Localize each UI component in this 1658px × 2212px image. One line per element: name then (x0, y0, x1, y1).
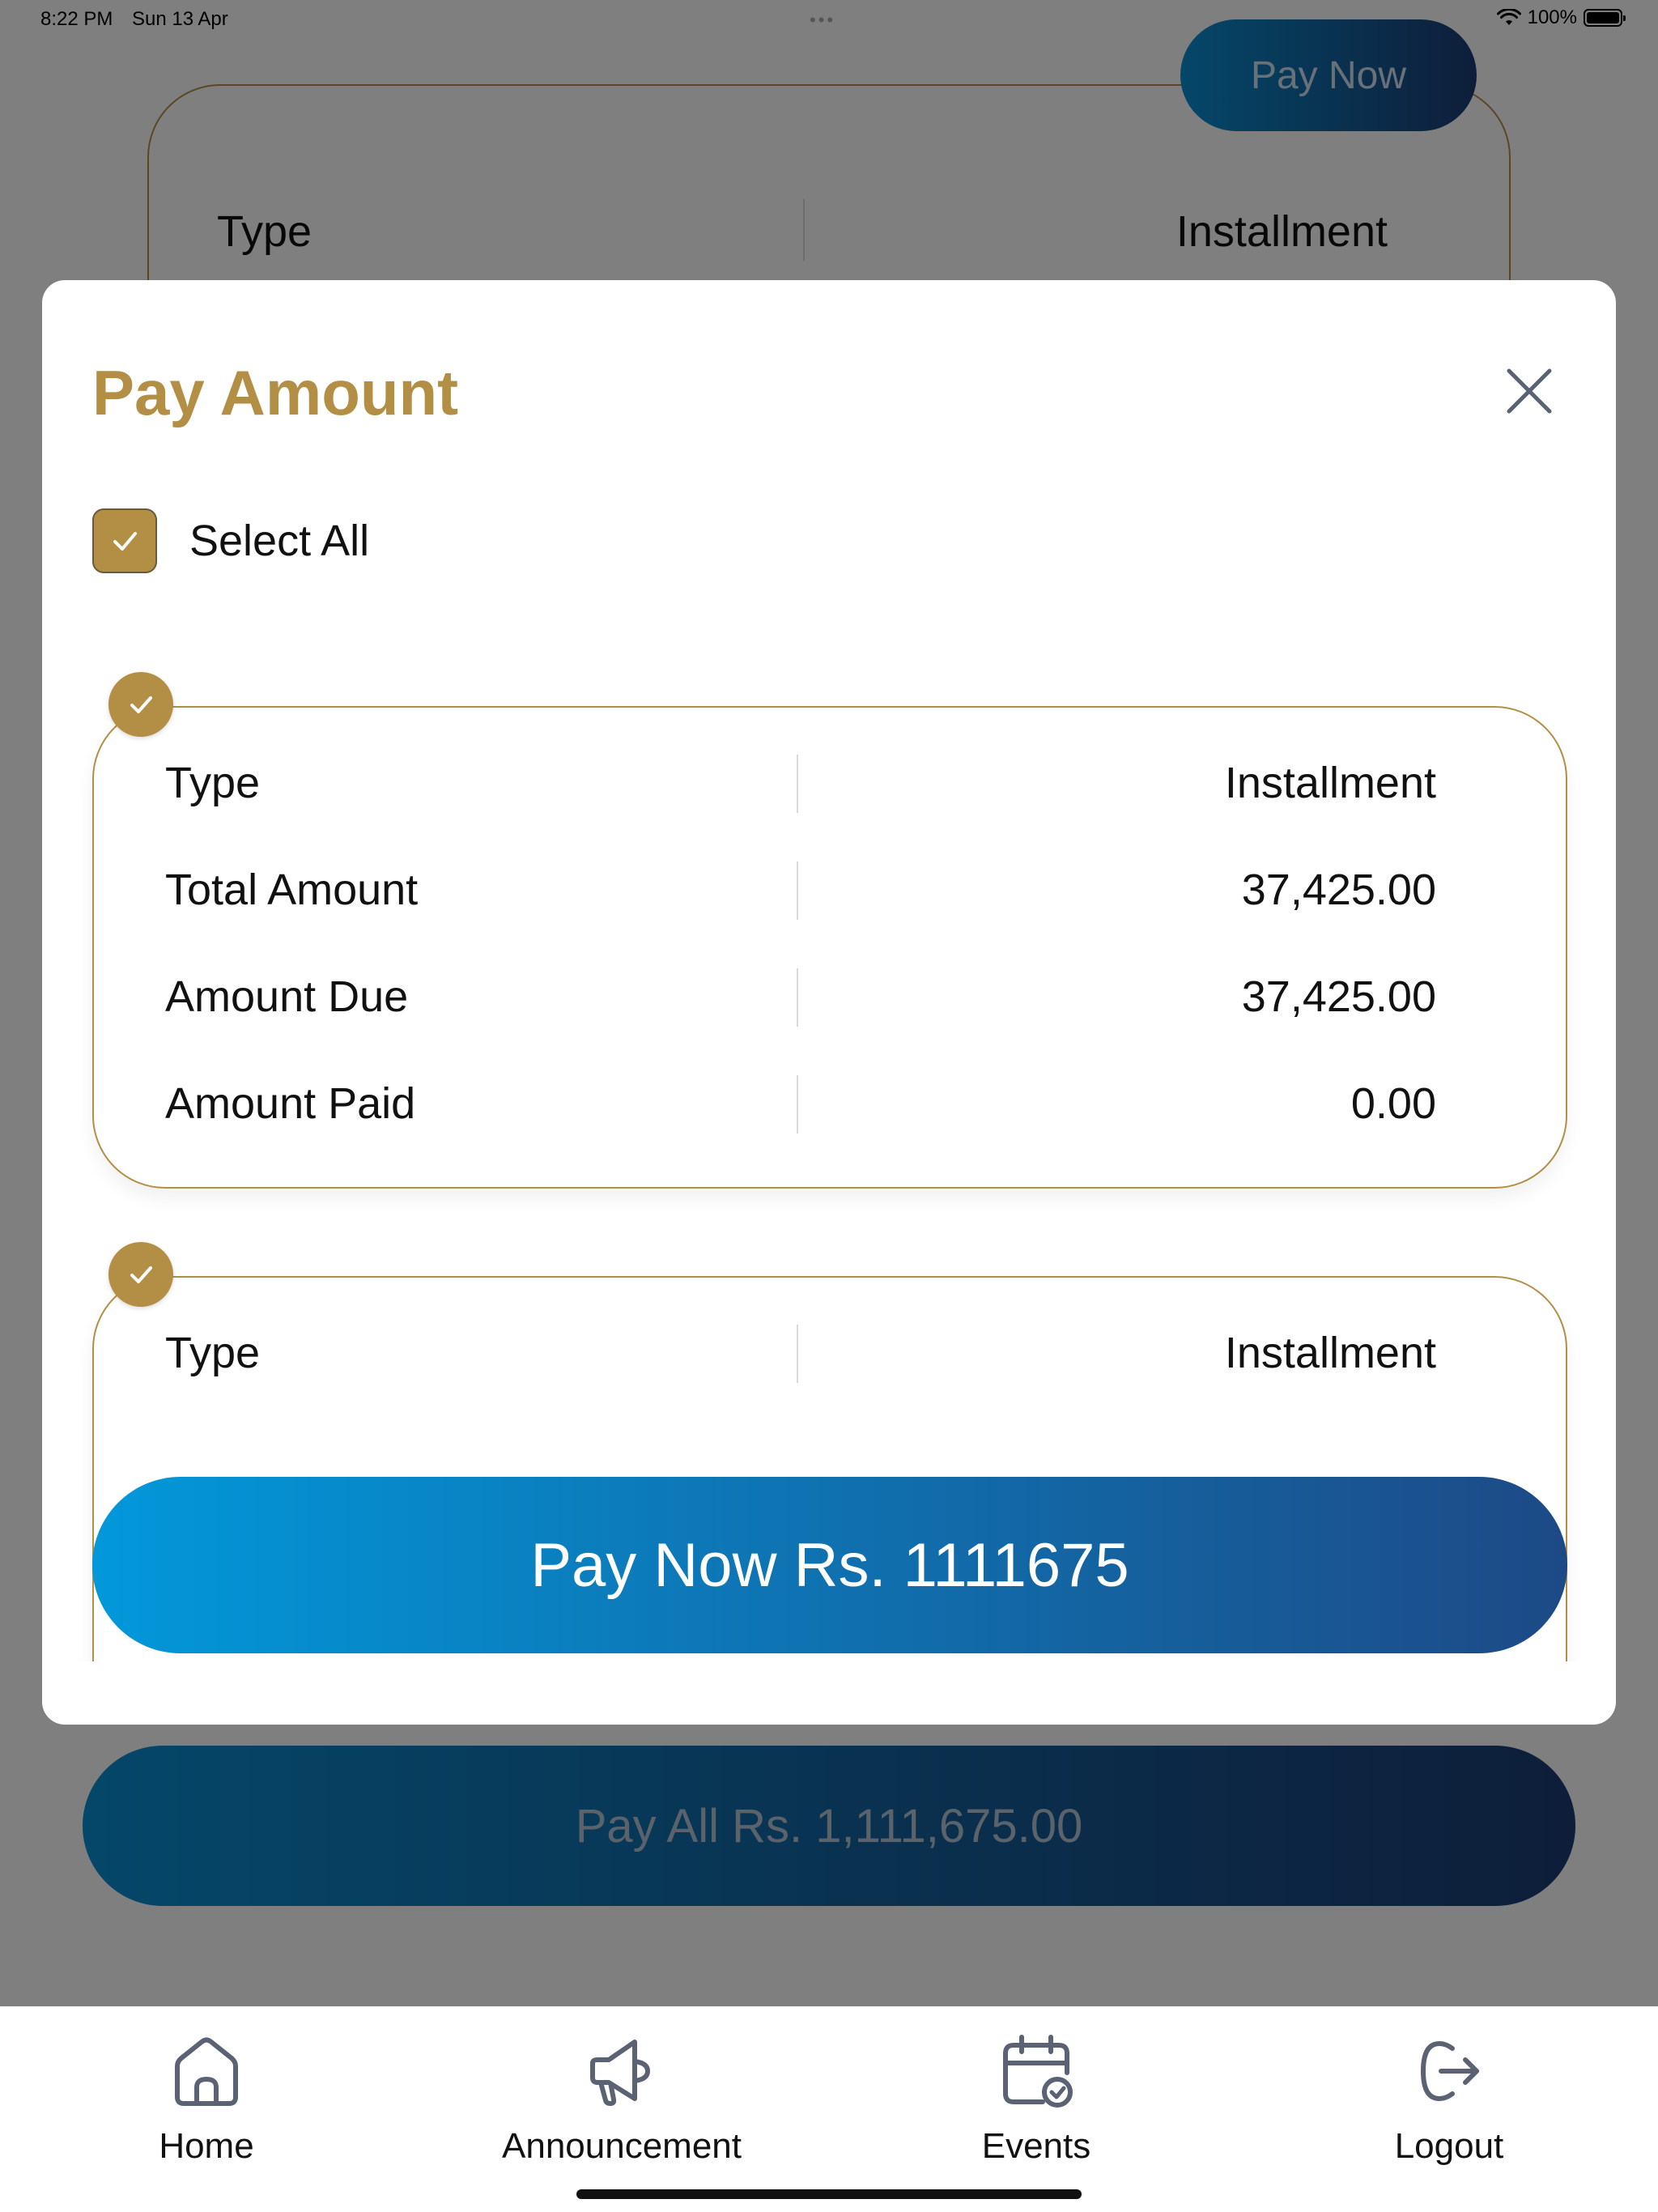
pay-now-button[interactable]: Pay Now Rs. 1111675 (92, 1477, 1567, 1653)
tab-logout[interactable]: Logout (1303, 2031, 1595, 2184)
tab-announcement[interactable]: Announcement (476, 2031, 767, 2184)
row-value: Installment (1224, 1329, 1436, 1377)
status-date: Sun 13 Apr (132, 8, 228, 30)
item-row-type: Type Installment (165, 747, 1436, 819)
checkmark-icon (130, 1266, 152, 1283)
select-all-label: Select All (189, 517, 370, 565)
row-value: 37,425.00 (1241, 866, 1436, 914)
row-label: Type (165, 759, 261, 807)
tab-label: Announcement (502, 2126, 742, 2166)
logout-icon (1420, 2040, 1479, 2102)
home-indicator[interactable] (576, 2189, 1082, 2199)
row-divider (797, 861, 798, 920)
status-indicators: 100% (1496, 6, 1626, 29)
row-divider (797, 968, 798, 1027)
installment-check[interactable] (108, 1242, 173, 1307)
battery-icon (1584, 9, 1626, 27)
checkmark-icon (113, 532, 137, 551)
checkmark-icon (130, 696, 152, 713)
modal-title: Pay Amount (92, 357, 459, 428)
pay-amount-modal: Pay Amount Select All Type Installment T… (42, 280, 1616, 1725)
item-row-amount-due: Amount Due 37,425.00 (165, 960, 1436, 1033)
status-bar: 8:22 PM Sun 13 Apr ••• 100% (0, 0, 1658, 39)
wifi-icon (1496, 9, 1521, 25)
installment-check[interactable] (108, 672, 173, 737)
installment-card[interactable]: Type Installment Total Amount 37,425.00 … (92, 706, 1567, 1189)
tab-label: Logout (1394, 2126, 1504, 2166)
megaphone-icon (590, 2040, 651, 2106)
row-divider (797, 1325, 798, 1383)
multitasking-dots[interactable]: ••• (810, 10, 835, 31)
home-icon (175, 2037, 238, 2106)
row-label: Amount Paid (165, 1079, 416, 1128)
select-all-checkbox-box[interactable] (92, 508, 157, 573)
calendar-check-icon (1003, 2035, 1073, 2108)
row-divider (797, 1075, 798, 1134)
row-value: 37,425.00 (1241, 972, 1436, 1021)
bottom-tab-bar: Home Announcement Events Logout (0, 2006, 1658, 2212)
row-divider (797, 755, 798, 813)
item-row-total-amount: Total Amount 37,425.00 (165, 853, 1436, 926)
tab-events[interactable]: Events (891, 2031, 1182, 2184)
row-label: Total Amount (165, 866, 419, 914)
tab-label: Home (159, 2126, 254, 2166)
row-label: Amount Due (165, 972, 409, 1021)
item-row-amount-paid: Amount Paid 0.00 (165, 1067, 1436, 1140)
tab-label: Events (981, 2126, 1091, 2166)
battery-percentage: 100% (1527, 6, 1577, 28)
select-all-checkbox[interactable]: Select All (92, 508, 369, 573)
close-icon[interactable] (1501, 363, 1558, 419)
item-row-type: Type Installment (165, 1317, 1436, 1389)
row-value: Installment (1224, 759, 1436, 807)
status-time: 8:22 PM (40, 8, 113, 30)
tab-home[interactable]: Home (61, 2031, 352, 2184)
row-value: 0.00 (1350, 1079, 1436, 1128)
row-label: Type (165, 1329, 261, 1377)
